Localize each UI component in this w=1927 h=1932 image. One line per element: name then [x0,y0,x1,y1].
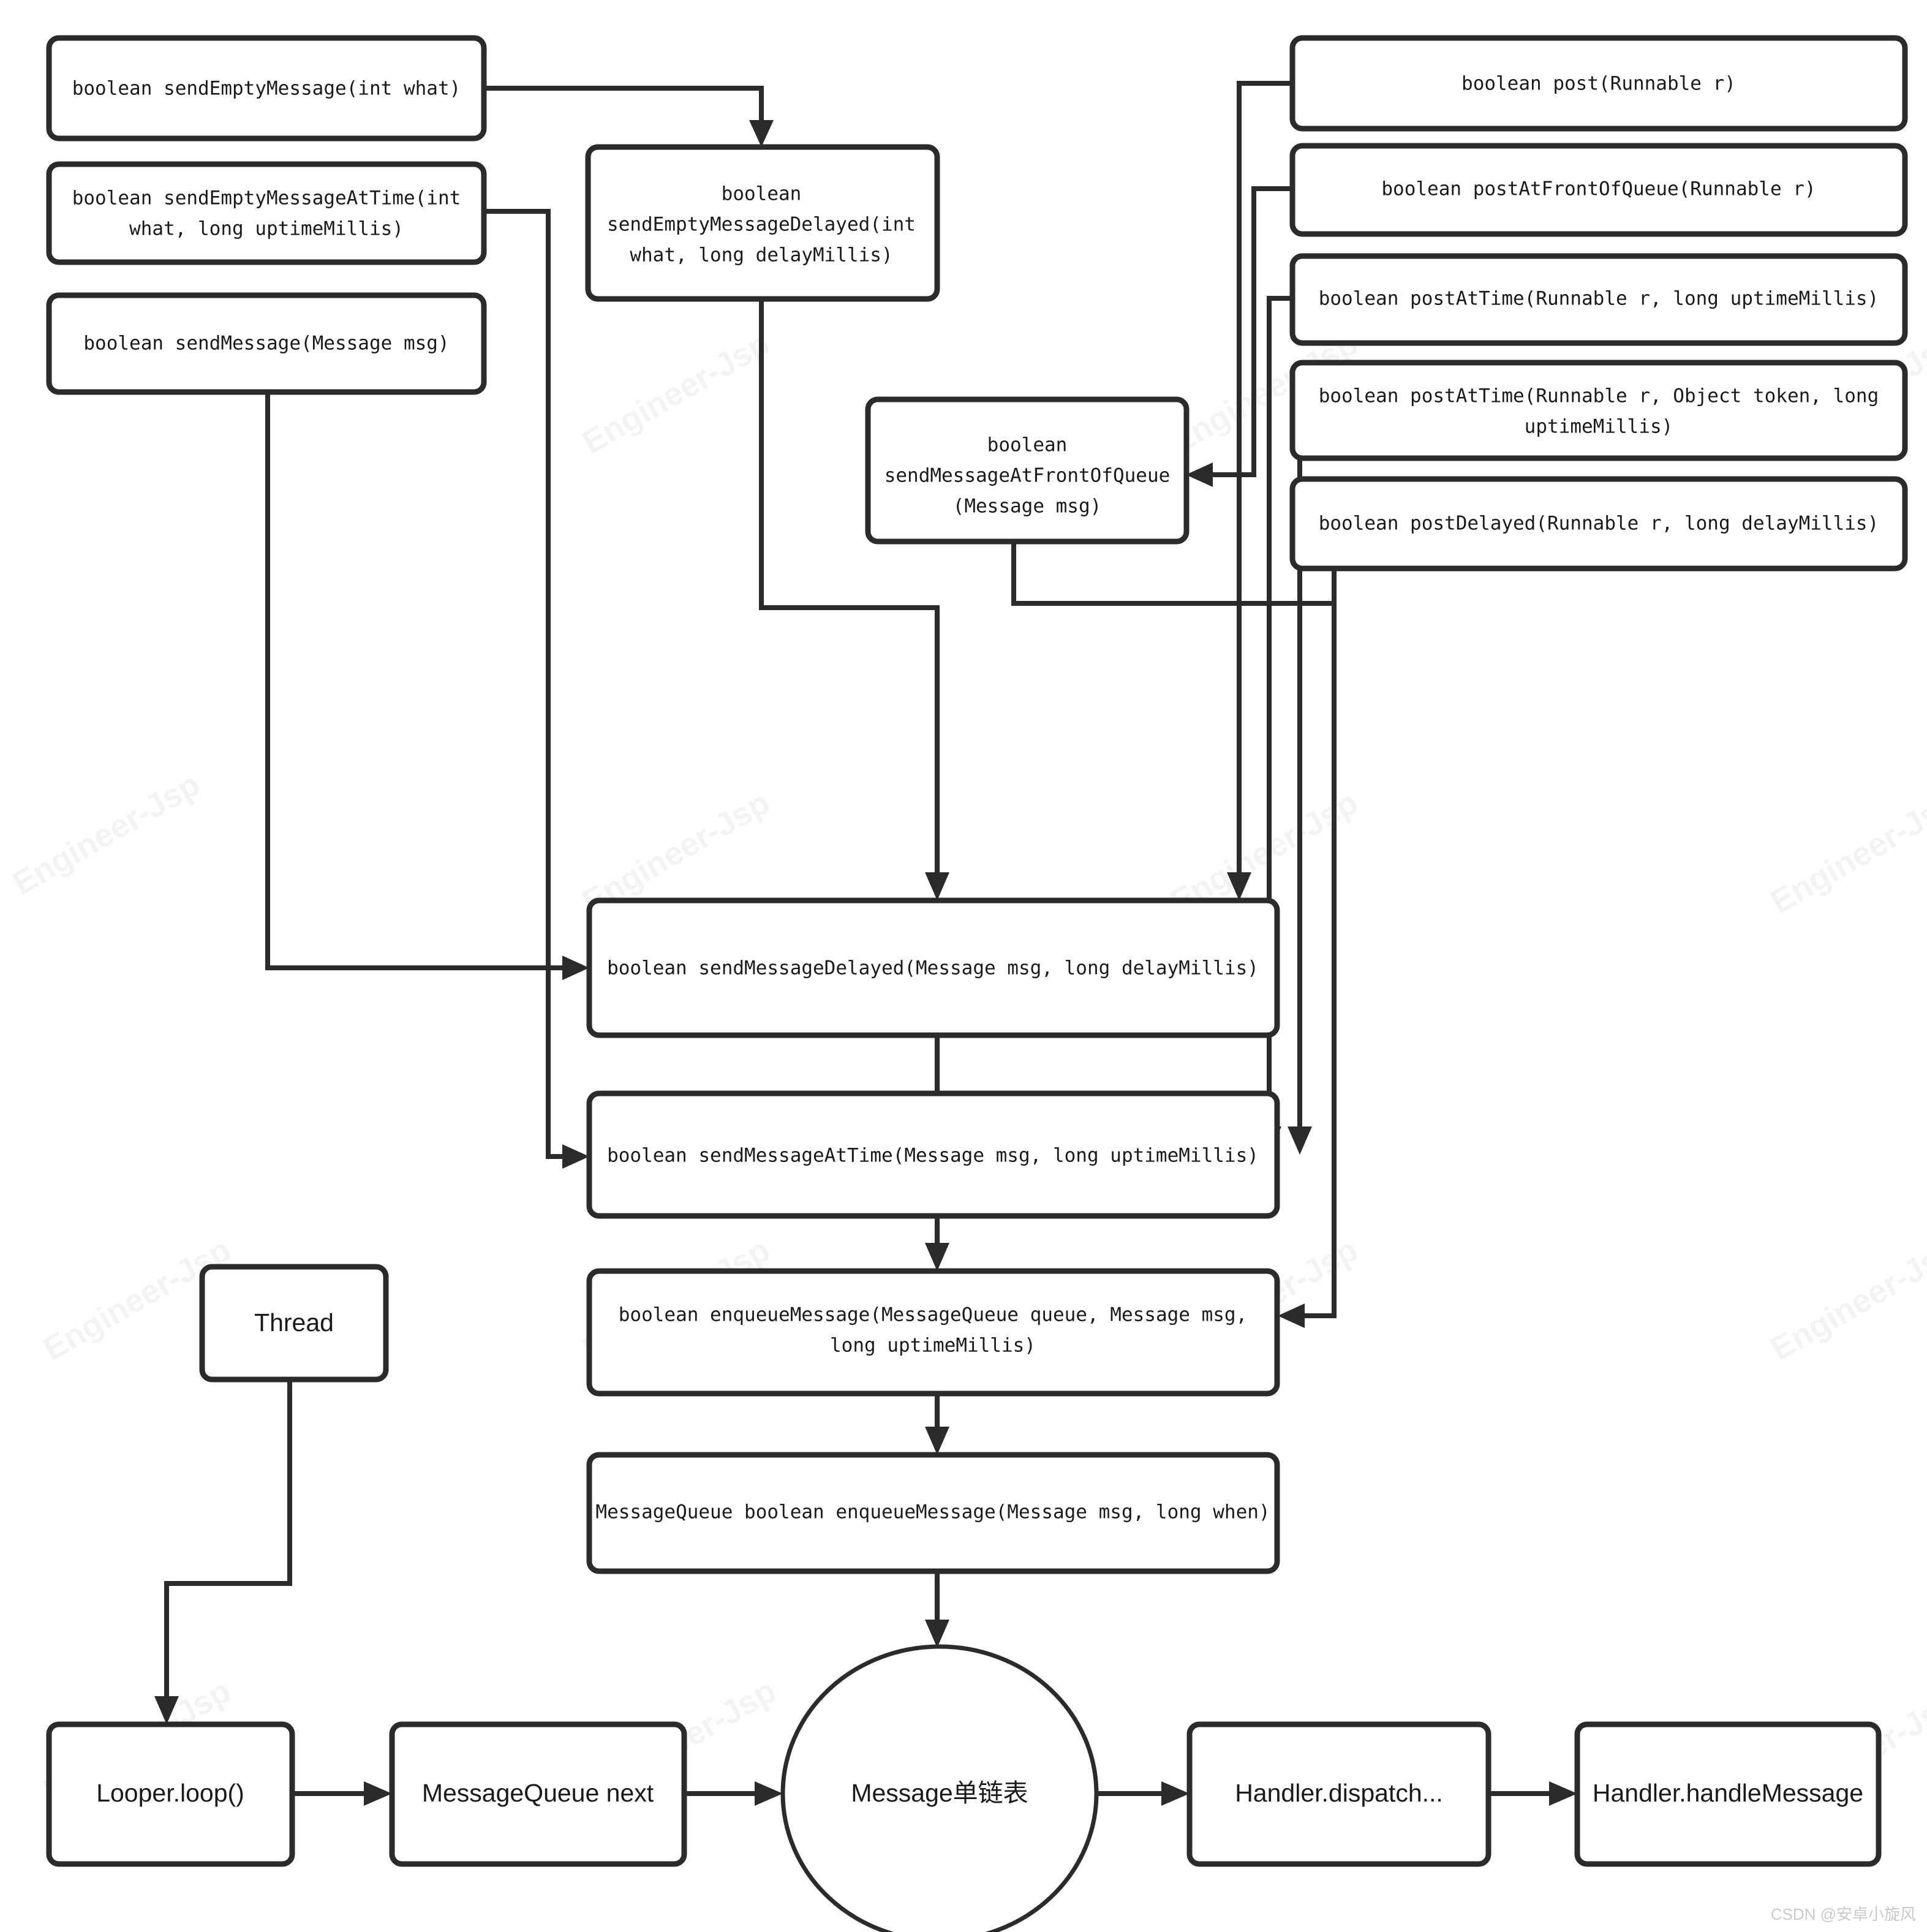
node-send-message-at-front-of-queue[interactable]: boolean sendMessageAtFrontOfQueue (Messa… [865,396,1190,545]
arrow-head [364,1781,392,1806]
node-label: Handler.dispatch... [1235,1779,1443,1807]
credit-watermark: CSDN @安卓小旋风 [1770,1905,1916,1923]
node-label: Looper.loop() [96,1779,244,1807]
node-thread[interactable]: Thread [199,1264,389,1383]
arrow-head [1288,1126,1312,1155]
edge-post-to-sendMessageDelayed [1237,81,1292,882]
node-layer: boolean sendEmptyMessage(int what) boole… [46,35,1908,1932]
node-enqueue-message[interactable]: boolean enqueueMessage(MessageQueue queu… [586,1268,1280,1397]
node-box[interactable] [586,1268,1280,1397]
node-post-at-time-token[interactable]: boolean postAtTime(Runnable r, Object to… [1289,360,1908,461]
edge-sendMessage-to-sendMessageDelayed [265,392,576,970]
node-message-queue-next[interactable]: MessageQueue next [389,1721,687,1867]
node-label-line2: long uptimeMillis) [830,1335,1036,1357]
node-label-line2: sendEmptyMessageDelayed(int [607,214,916,236]
node-label: boolean sendEmptyMessage(int what) [72,78,461,100]
arrow-head [562,1144,589,1169]
flowchart-svg: boolean sendEmptyMessage(int what) boole… [46,35,1908,1932]
arrow-head [925,1427,949,1455]
node-label: boolean sendMessageAtTime(Message msg, l… [607,1145,1259,1167]
arrow-head [562,956,589,980]
node-handler-handle-message[interactable]: Handler.handleMessage [1574,1721,1882,1867]
node-handler-dispatch[interactable]: Handler.dispatch... [1186,1721,1491,1867]
node-box[interactable] [1289,360,1908,461]
node-label: boolean postAtTime(Runnable r, long upti… [1319,288,1879,310]
arrow-head [1278,1304,1305,1328]
edge-thread-to-looperLoop [164,1379,292,1706]
node-label: MessageQueue next [422,1779,654,1807]
arrow-head [755,1781,783,1806]
arrow-head [1186,462,1213,487]
arrow-head [1161,1781,1190,1806]
node-label-line2: what, long uptimeMillis) [129,218,404,240]
node-label: boolean postDelayed(Runnable r, long del… [1319,513,1879,535]
edge-sendEmptyMessageAtTime-to-sendMessageAtTime [484,209,576,1159]
arrow-head [925,1243,949,1271]
node-label: boolean postAtFrontOfQueue(Runnable r) [1381,178,1816,200]
diagram-canvas: Engineer-Jsp Engineer-Jsp Engineer-Jsp E… [0,0,1927,1932]
node-send-message[interactable]: boolean sendMessage(Message msg) [46,292,487,395]
node-queue-enqueue-message[interactable]: MessageQueue boolean enqueueMessage(Mess… [586,1452,1280,1574]
edge-sendMessageAtFrontOfQueue-to-enqueueMessage [1011,542,1334,606]
node-post-at-time[interactable]: boolean postAtTime(Runnable r, long upti… [1289,253,1908,346]
node-send-message-at-time[interactable]: boolean sendMessageAtTime(Message msg, l… [586,1090,1280,1219]
edge-postAtFrontOfQueue-to-sendMessageAtFrontOfQueue [1201,186,1292,477]
node-looper-loop[interactable]: Looper.loop() [46,1721,295,1867]
node-label-line1: boolean sendEmptyMessageAtTime(int [72,187,461,209]
node-post-at-front-of-queue[interactable]: boolean postAtFrontOfQueue(Runnable r) [1289,143,1908,237]
node-label: Thread [254,1308,334,1337]
node-label-line3: (Message msg) [953,496,1102,518]
node-box[interactable] [46,161,487,265]
node-message-linked-list[interactable]: Message单链表 [780,1644,1099,1932]
node-label-line2: uptimeMillis) [1525,416,1673,438]
node-label-line3: what, long delayMillis) [630,244,892,266]
node-send-empty-message[interactable]: boolean sendEmptyMessage(int what) [46,35,487,142]
node-label: boolean sendMessage(Message msg) [83,333,449,355]
arrow-head [749,120,774,147]
arrow-head [925,872,949,900]
node-send-empty-message-at-time[interactable]: boolean sendEmptyMessageAtTime(int what,… [46,161,487,265]
arrow-head [1227,872,1251,900]
arrow-head [154,1696,179,1724]
node-label-line2: sendMessageAtFrontOfQueue [884,465,1171,487]
node-label: boolean post(Runnable r) [1461,73,1736,95]
node-label: Message单链表 [851,1779,1028,1807]
node-send-message-delayed[interactable]: boolean sendMessageDelayed(Message msg, … [586,897,1280,1038]
edge-sendEmptyMessageDelayed-to-sendMessageDelayed [759,298,940,882]
node-label: MessageQueue boolean enqueueMessage(Mess… [595,1501,1270,1523]
node-label-line1: boolean [987,434,1068,456]
node-label-line1: boolean enqueueMessage(MessageQueue queu… [619,1304,1248,1326]
node-label-line1: boolean postAtTime(Runnable r, Object to… [1319,385,1879,407]
node-label: boolean sendMessageDelayed(Message msg, … [607,957,1259,979]
arrow-head [1549,1781,1577,1806]
node-post-delayed[interactable]: boolean postDelayed(Runnable r, long del… [1289,476,1908,572]
node-post[interactable]: boolean post(Runnable r) [1289,35,1908,132]
node-label-line1: boolean [722,183,802,205]
node-send-empty-message-delayed[interactable]: boolean sendEmptyMessageDelayed(int what… [585,144,940,302]
arrow-head [925,1620,949,1648]
node-label: Handler.handleMessage [1593,1779,1863,1807]
edge-sendEmptyMessage-to-sendEmptyMessageDelayed [484,86,764,136]
